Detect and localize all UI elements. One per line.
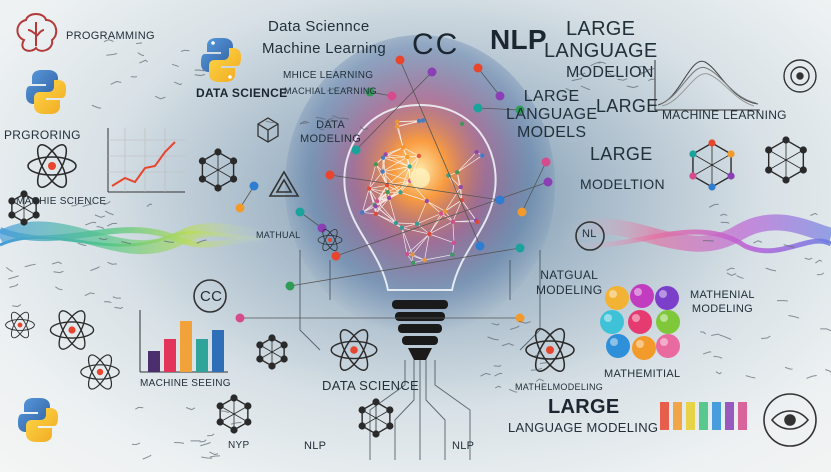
label-data-science-top: Data Scienncе: [268, 18, 370, 35]
label-data-science-left: DATA SCIENCE: [196, 86, 288, 100]
label-machial-learning: MACHIAL LEARNING: [284, 86, 377, 96]
label-nlp-top: NLP: [490, 24, 547, 55]
label-nyp: NYP: [228, 440, 250, 451]
label-large-right2: LARGE: [590, 144, 653, 164]
label-mathenial-modeling: MATHENIAL MODELING: [690, 289, 755, 315]
label-mathel-modeling: MATHELMODELING: [515, 382, 604, 392]
label-machine-seeing: MACHINE SEEING: [140, 378, 231, 389]
label-nlp-bottom1: NLP: [304, 440, 327, 452]
label-large-language-models: LARGE LANGUAGE MODELS: [506, 88, 598, 141]
label-large-right: LARGE: [596, 96, 659, 116]
label-modelion-top: MODELION: [566, 64, 654, 81]
label-machine-learning-top: Machine Learning: [262, 40, 387, 57]
label-layer: Programming Data Scienncе Machine Learni…: [0, 0, 831, 472]
ai-concept-illustration: Programming Data Scienncе Machine Learni…: [0, 0, 831, 472]
label-language-top: LANGUAGE: [544, 40, 658, 62]
label-prgroring: PRGRORING: [4, 128, 81, 142]
label-cc-top: CC: [412, 28, 460, 61]
label-data-modeling: DATA MODELING: [300, 119, 362, 145]
label-nlp-bottom2: NLP: [452, 440, 475, 452]
label-modeltion: MODELTION: [580, 176, 665, 192]
label-machie-science: MACHIE SCIENCE: [16, 196, 107, 207]
label-mathemitial: MATHEMITIAL: [604, 368, 681, 380]
label-language-modeling: LANGUAGE MODELING: [508, 420, 659, 435]
label-data-science-bottom: DATA SCIENCE: [322, 378, 420, 393]
label-machine-learning-right: MACHINE LEARNING: [662, 108, 787, 122]
label-large-bottom: LARGE: [548, 396, 620, 418]
label-mathual: MATHUAL: [256, 230, 301, 240]
label-large-top: LARGE: [566, 18, 636, 40]
label-cc-left: CC: [200, 288, 223, 305]
label-programming-top: Programming: [66, 30, 155, 42]
label-mhice-learning: MHICE LEARNING: [283, 70, 374, 81]
label-natgual-modeling: NATGUAL MODELING: [536, 268, 603, 297]
label-nl: NL: [582, 228, 597, 240]
